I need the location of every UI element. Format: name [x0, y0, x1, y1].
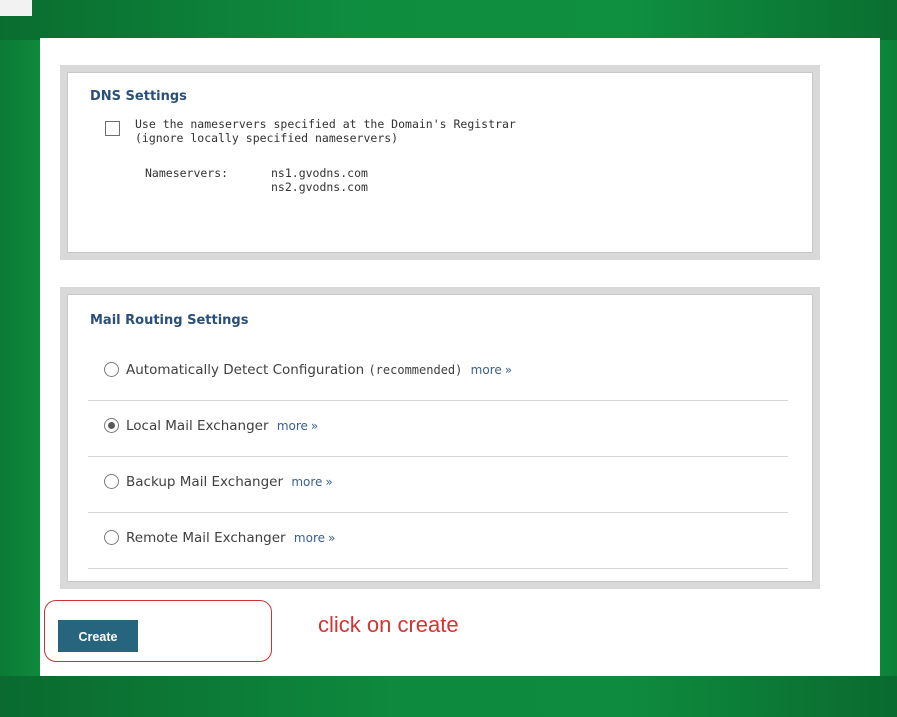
nameserver-2: ns2.gvodns.com [271, 180, 368, 194]
option-backup-text: Backup Mail Exchanger [126, 474, 284, 490]
option-local-text: Local Mail Exchanger [126, 418, 269, 434]
more-link-local[interactable]: more» [277, 419, 318, 433]
mail-routing-title: Mail Routing Settings [90, 313, 249, 328]
radio-local[interactable] [104, 418, 119, 433]
option-backup-label: Backup Mail Exchanger more» [126, 474, 333, 490]
chevron-right-icon: » [504, 363, 513, 377]
mail-routing-inner: Mail Routing Settings Automatically Dete… [67, 294, 813, 582]
dns-settings-inner: DNS Settings Use the nameservers specifi… [67, 72, 813, 253]
more-link-backup[interactable]: more» [291, 475, 332, 489]
radio-automatic[interactable] [104, 362, 119, 377]
option-remote-text: Remote Mail Exchanger [126, 530, 286, 546]
bottom-band [0, 676, 897, 717]
radio-backup[interactable] [104, 474, 119, 489]
chevron-right-icon: » [310, 419, 319, 433]
option-local[interactable]: Local Mail Exchanger more» [88, 401, 788, 457]
more-link-backup-text: more [291, 475, 323, 489]
recommended-tag: (recommended) [368, 363, 463, 377]
chevron-right-icon: » [328, 531, 336, 545]
dns-settings-title: DNS Settings [90, 89, 187, 104]
top-band [0, 0, 897, 40]
more-link-remote-text: more [293, 531, 325, 545]
annotation-text: click on create [318, 612, 459, 637]
content-panel: DNS Settings Use the nameservers specifi… [40, 38, 880, 676]
option-local-label: Local Mail Exchanger more» [126, 418, 318, 434]
dns-settings-group: DNS Settings Use the nameservers specifi… [60, 65, 820, 260]
use-registrar-label-line1: Use the nameservers specified at the Dom… [135, 117, 516, 131]
option-automatic-label: Automatically Detect Configuration (reco… [126, 362, 512, 378]
mail-routing-group: Mail Routing Settings Automatically Dete… [60, 287, 820, 589]
option-automatic[interactable]: Automatically Detect Configuration (reco… [88, 345, 788, 401]
radio-remote[interactable] [104, 530, 119, 545]
option-remote-label: Remote Mail Exchanger more» [126, 530, 335, 546]
use-registrar-label-line2: (ignore locally specified nameservers) [135, 131, 399, 145]
create-button[interactable]: Create [58, 620, 138, 652]
top-left-mark [0, 0, 32, 16]
nameservers-label: Nameservers: [145, 166, 229, 180]
more-link-local-text: more [276, 419, 308, 433]
nameserver-1: ns1.gvodns.com [271, 166, 368, 180]
use-registrar-nameservers-checkbox[interactable] [105, 121, 120, 136]
more-link-automatic-text: more [470, 363, 502, 377]
option-remote[interactable]: Remote Mail Exchanger more» [88, 513, 788, 569]
option-backup[interactable]: Backup Mail Exchanger more» [88, 457, 788, 513]
more-link-remote[interactable]: more» [294, 531, 335, 545]
chevron-right-icon: » [325, 475, 333, 489]
option-automatic-text: Automatically Detect Configuration [126, 362, 365, 378]
more-link-automatic[interactable]: more» [471, 363, 512, 377]
